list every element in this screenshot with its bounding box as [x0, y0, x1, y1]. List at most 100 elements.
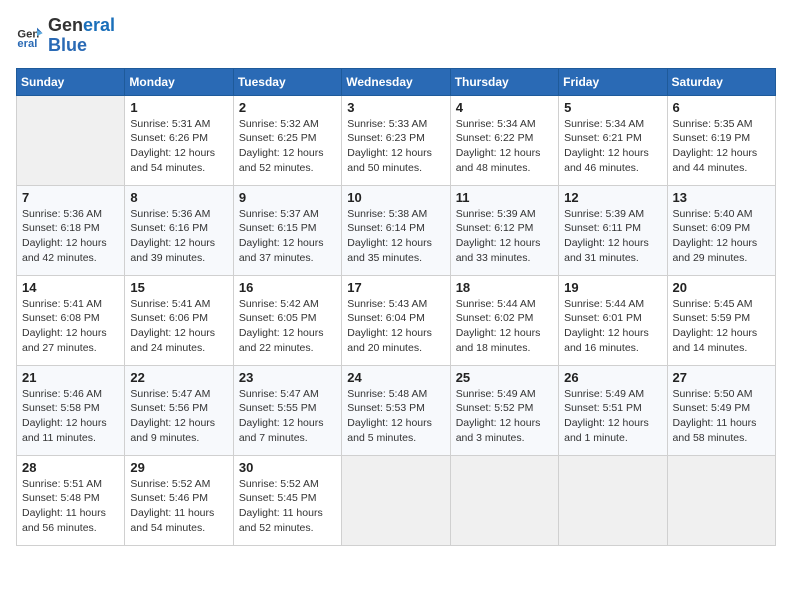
calendar-cell: [559, 455, 667, 545]
day-number: 16: [239, 280, 336, 295]
day-number: 22: [130, 370, 227, 385]
calendar-cell: 27 Sunrise: 5:50 AMSunset: 5:49 PMDayligh…: [667, 365, 775, 455]
svg-text:eral: eral: [17, 38, 37, 50]
day-number: 19: [564, 280, 661, 295]
weekday-header: Thursday: [450, 68, 558, 95]
calendar-cell: 13 Sunrise: 5:40 AMSunset: 6:09 PMDayligh…: [667, 185, 775, 275]
weekday-header: Tuesday: [233, 68, 341, 95]
calendar-cell: 1 Sunrise: 5:31 AMSunset: 6:26 PMDaylight…: [125, 95, 233, 185]
calendar-cell: 5 Sunrise: 5:34 AMSunset: 6:21 PMDaylight…: [559, 95, 667, 185]
day-info: Sunrise: 5:42 AMSunset: 6:05 PMDaylight:…: [239, 297, 336, 356]
day-number: 30: [239, 460, 336, 475]
calendar-cell: 26Sunrise: 5:49 AMSunset: 5:51 PMDayligh…: [559, 365, 667, 455]
calendar-cell: 29 Sunrise: 5:52 AMSunset: 5:46 PMDayligh…: [125, 455, 233, 545]
day-info: Sunrise: 5:47 AMSunset: 5:55 PMDaylight:…: [239, 387, 336, 446]
day-number: 25: [456, 370, 553, 385]
day-number: 12: [564, 190, 661, 205]
day-number: 27: [673, 370, 770, 385]
day-info: Sunrise: 5:34 AMSunset: 6:21 PMDaylight:…: [564, 117, 661, 176]
day-number: 9: [239, 190, 336, 205]
calendar-cell: 7Sunrise: 5:36 AMSunset: 6:18 PMDaylight…: [17, 185, 125, 275]
day-number: 18: [456, 280, 553, 295]
calendar-cell: [450, 455, 558, 545]
day-info: Sunrise: 5:41 AMSunset: 6:08 PMDaylight:…: [22, 297, 119, 356]
logo-icon: Gen eral: [16, 22, 44, 50]
day-number: 15: [130, 280, 227, 295]
day-number: 3: [347, 100, 444, 115]
calendar-cell: 10 Sunrise: 5:38 AMSunset: 6:14 PMDayligh…: [342, 185, 450, 275]
day-info: Sunrise: 5:48 AMSunset: 5:53 PMDaylight:…: [347, 387, 444, 446]
day-info: Sunrise: 5:34 AMSunset: 6:22 PMDaylight:…: [456, 117, 553, 176]
day-number: 5: [564, 100, 661, 115]
day-number: 29: [130, 460, 227, 475]
day-info: Sunrise: 5:31 AMSunset: 6:26 PMDaylight:…: [130, 117, 227, 176]
day-number: 6: [673, 100, 770, 115]
calendar-cell: [667, 455, 775, 545]
calendar-cell: 12 Sunrise: 5:39 AMSunset: 6:11 PMDayligh…: [559, 185, 667, 275]
day-info: Sunrise: 5:49 AMSunset: 5:52 PMDaylight:…: [456, 387, 553, 446]
calendar-cell: [342, 455, 450, 545]
calendar-table: SundayMondayTuesdayWednesdayThursdayFrid…: [16, 68, 776, 546]
day-info: Sunrise: 5:35 AMSunset: 6:19 PMDaylight:…: [673, 117, 770, 176]
day-number: 7: [22, 190, 119, 205]
day-info: Sunrise: 5:36 AMSunset: 6:16 PMDaylight:…: [130, 207, 227, 266]
calendar-cell: 3 Sunrise: 5:33 AMSunset: 6:23 PMDaylight…: [342, 95, 450, 185]
calendar-cell: 19 Sunrise: 5:44 AMSunset: 6:01 PMDayligh…: [559, 275, 667, 365]
day-number: 4: [456, 100, 553, 115]
calendar-cell: 23 Sunrise: 5:47 AMSunset: 5:55 PMDayligh…: [233, 365, 341, 455]
day-info: Sunrise: 5:40 AMSunset: 6:09 PMDaylight:…: [673, 207, 770, 266]
calendar-cell: 15 Sunrise: 5:41 AMSunset: 6:06 PMDayligh…: [125, 275, 233, 365]
calendar-cell: 20Sunrise: 5:45 AMSunset: 5:59 PMDayligh…: [667, 275, 775, 365]
weekday-header: Saturday: [667, 68, 775, 95]
day-number: 14: [22, 280, 119, 295]
calendar-cell: 9 Sunrise: 5:37 AMSunset: 6:15 PMDaylight…: [233, 185, 341, 275]
day-number: 28: [22, 460, 119, 475]
calendar-cell: 25 Sunrise: 5:49 AMSunset: 5:52 PMDayligh…: [450, 365, 558, 455]
day-info: Sunrise: 5:51 AMSunset: 5:48 PMDaylight:…: [22, 477, 119, 536]
day-number: 1: [130, 100, 227, 115]
day-info: Sunrise: 5:45 AMSunset: 5:59 PMDaylight:…: [673, 297, 770, 356]
day-number: 8: [130, 190, 227, 205]
page-header: Gen eral General Blue: [16, 16, 776, 56]
calendar-week-row: 28 Sunrise: 5:51 AMSunset: 5:48 PMDayligh…: [17, 455, 776, 545]
day-number: 11: [456, 190, 553, 205]
calendar-cell: 14 Sunrise: 5:41 AMSunset: 6:08 PMDayligh…: [17, 275, 125, 365]
day-info: Sunrise: 5:41 AMSunset: 6:06 PMDaylight:…: [130, 297, 227, 356]
day-info: Sunrise: 5:39 AMSunset: 6:11 PMDaylight:…: [564, 207, 661, 266]
day-info: Sunrise: 5:47 AMSunset: 5:56 PMDaylight:…: [130, 387, 227, 446]
calendar-cell: 24 Sunrise: 5:48 AMSunset: 5:53 PMDayligh…: [342, 365, 450, 455]
calendar-cell: 16 Sunrise: 5:42 AMSunset: 6:05 PMDayligh…: [233, 275, 341, 365]
calendar-cell: 6 Sunrise: 5:35 AMSunset: 6:19 PMDaylight…: [667, 95, 775, 185]
day-info: Sunrise: 5:33 AMSunset: 6:23 PMDaylight:…: [347, 117, 444, 176]
day-number: 2: [239, 100, 336, 115]
calendar-cell: 2 Sunrise: 5:32 AMSunset: 6:25 PMDaylight…: [233, 95, 341, 185]
calendar-cell: 22 Sunrise: 5:47 AMSunset: 5:56 PMDayligh…: [125, 365, 233, 455]
day-info: Sunrise: 5:32 AMSunset: 6:25 PMDaylight:…: [239, 117, 336, 176]
day-info: Sunrise: 5:46 AMSunset: 5:58 PMDaylight:…: [22, 387, 119, 446]
calendar-week-row: 14 Sunrise: 5:41 AMSunset: 6:08 PMDayligh…: [17, 275, 776, 365]
day-info: Sunrise: 5:52 AMSunset: 5:46 PMDaylight:…: [130, 477, 227, 536]
day-info: Sunrise: 5:39 AMSunset: 6:12 PMDaylight:…: [456, 207, 553, 266]
weekday-header: Monday: [125, 68, 233, 95]
weekday-header: Wednesday: [342, 68, 450, 95]
day-number: 24: [347, 370, 444, 385]
calendar-cell: [17, 95, 125, 185]
day-number: 13: [673, 190, 770, 205]
day-info: Sunrise: 5:50 AMSunset: 5:49 PMDaylight:…: [673, 387, 770, 446]
day-info: Sunrise: 5:44 AMSunset: 6:01 PMDaylight:…: [564, 297, 661, 356]
calendar-cell: 30Sunrise: 5:52 AMSunset: 5:45 PMDayligh…: [233, 455, 341, 545]
calendar-cell: 8 Sunrise: 5:36 AMSunset: 6:16 PMDaylight…: [125, 185, 233, 275]
day-info: Sunrise: 5:43 AMSunset: 6:04 PMDaylight:…: [347, 297, 444, 356]
day-info: Sunrise: 5:37 AMSunset: 6:15 PMDaylight:…: [239, 207, 336, 266]
calendar-cell: 28 Sunrise: 5:51 AMSunset: 5:48 PMDayligh…: [17, 455, 125, 545]
day-number: 23: [239, 370, 336, 385]
calendar-cell: 4 Sunrise: 5:34 AMSunset: 6:22 PMDaylight…: [450, 95, 558, 185]
calendar-week-row: 1 Sunrise: 5:31 AMSunset: 6:26 PMDaylight…: [17, 95, 776, 185]
day-number: 10: [347, 190, 444, 205]
day-info: Sunrise: 5:38 AMSunset: 6:14 PMDaylight:…: [347, 207, 444, 266]
calendar-cell: 21 Sunrise: 5:46 AMSunset: 5:58 PMDayligh…: [17, 365, 125, 455]
calendar-week-row: 7Sunrise: 5:36 AMSunset: 6:18 PMDaylight…: [17, 185, 776, 275]
day-number: 21: [22, 370, 119, 385]
calendar-cell: 18 Sunrise: 5:44 AMSunset: 6:02 PMDayligh…: [450, 275, 558, 365]
day-info: Sunrise: 5:44 AMSunset: 6:02 PMDaylight:…: [456, 297, 553, 356]
